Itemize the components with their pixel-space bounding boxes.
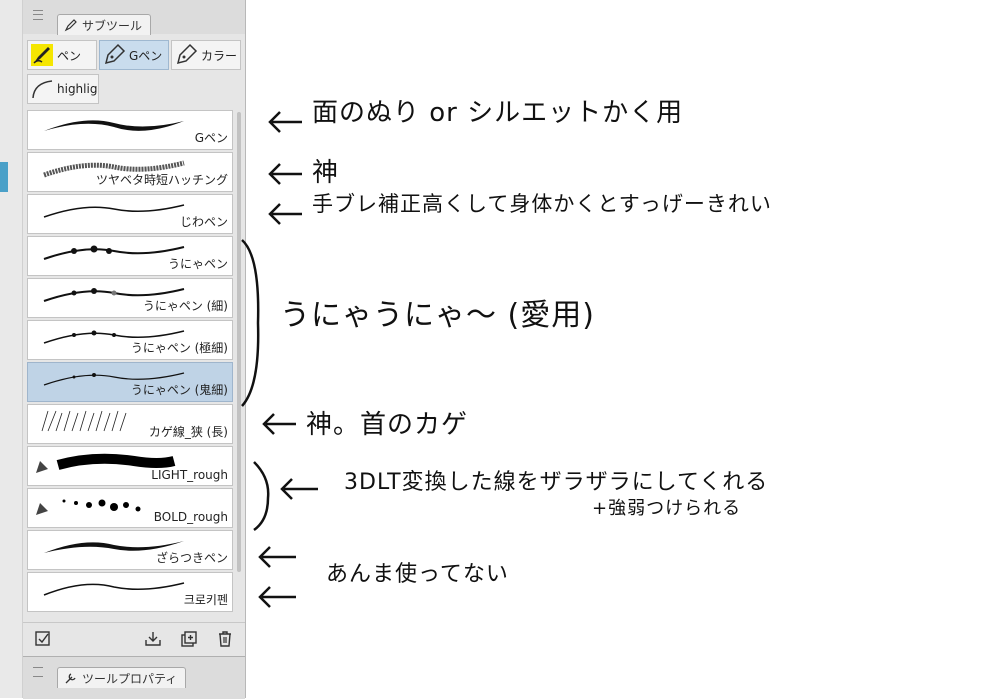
arrow-left-icon <box>268 203 302 225</box>
group-tab-highlight[interactable]: highlig <box>27 74 99 104</box>
pen-highlight-icon <box>31 44 53 66</box>
brush-label: ツヤベタ時短ハッチング <box>95 173 228 187</box>
tab-subtool-label: サブツール <box>82 18 143 33</box>
brush-item[interactable]: 크로키펜 <box>27 572 233 612</box>
bracket-icon <box>253 461 270 532</box>
group-tab-label: Gペン <box>129 48 163 63</box>
note-gpen: 面のぬり or シルエットかく用 <box>312 98 684 128</box>
arrow-left-icon <box>280 478 318 500</box>
note-hatching: 神 <box>312 158 340 188</box>
brush-item-selected[interactable]: うにゃペン (鬼細) <box>27 362 233 402</box>
subtool-footer <box>23 622 245 655</box>
stroke-preview-icon <box>43 204 185 218</box>
note-unused: あんま使ってない <box>326 562 509 587</box>
group-tab-color[interactable]: カラー <box>171 40 241 70</box>
stroke-preview-icon <box>43 582 185 596</box>
arrow-left-icon <box>268 163 302 185</box>
arrow-left-icon <box>258 586 296 608</box>
note-kage: 神。首のカゲ <box>306 410 469 440</box>
drag-handle-icon[interactable] <box>33 667 43 677</box>
group-tab-label: カラー <box>201 48 238 63</box>
group-tab-gpen[interactable]: Gペン <box>99 40 169 70</box>
note-rough-sub: +強弱つけられる <box>592 498 742 519</box>
tab-tool-property-label: ツールプロパティ <box>82 671 178 686</box>
stroke-icon <box>32 80 53 99</box>
subtool-header: サブツール <box>23 0 245 35</box>
brush-item[interactable]: うにゃペン <box>27 236 233 276</box>
bracket-icon <box>241 239 260 407</box>
settings-checkbox-icon[interactable] <box>33 629 53 649</box>
left-toolbar <box>0 0 23 698</box>
brush-label: じわペン <box>179 215 228 229</box>
brush-item[interactable]: カゲ線_狭 (長) <box>27 404 233 444</box>
duplicate-icon[interactable] <box>179 629 199 649</box>
brush-label: カゲ線_狭 (長) <box>148 425 228 439</box>
nib-icon <box>104 43 126 65</box>
tool-property-header: ツールプロパティ <box>23 656 245 699</box>
arrow-left-icon <box>258 546 296 568</box>
pen-icon <box>64 19 77 32</box>
brush-label: ざらつきペン <box>155 551 228 565</box>
trash-icon[interactable] <box>215 629 235 649</box>
note-unya: うにゃうにゃ〜 (愛用) <box>280 298 595 333</box>
subtool-panel: サブツール ペン Gペン カラー highlig Gペン ツヤベタ時短ハッチング <box>23 0 246 699</box>
brush-item[interactable]: ざらつきペン <box>27 530 233 570</box>
brush-label: LIGHT_rough <box>151 468 228 482</box>
drag-handle-icon[interactable] <box>33 10 43 20</box>
arrow-left-icon <box>262 413 296 435</box>
group-tab-label: ペン <box>57 48 82 63</box>
group-tab-pen[interactable]: ペン <box>27 40 97 70</box>
brush-item[interactable]: Gペン <box>27 110 233 150</box>
brush-list: Gペン ツヤベタ時短ハッチング じわペン うにゃペン うにゃペン (細) うにゃ… <box>27 110 237 616</box>
brush-label: BOLD_rough <box>153 510 228 524</box>
tab-subtool[interactable]: サブツール <box>57 14 152 35</box>
brush-label: うにゃペン <box>167 257 228 271</box>
brush-label: うにゃペン (極細) <box>130 341 228 355</box>
note-rough: 3DLT変換した線をザラザラにしてくれる <box>344 470 769 495</box>
brush-label: うにゃペン (細) <box>142 299 228 313</box>
brush-item[interactable]: うにゃペン (極細) <box>27 320 233 360</box>
wrench-icon <box>65 673 76 684</box>
note-jiwa: 手ブレ補正高くして身体かくとすっげーきれい <box>312 192 772 216</box>
brush-item[interactable]: じわペン <box>27 194 233 234</box>
brush-label: うにゃペン (鬼細) <box>130 383 228 397</box>
stroke-preview-icon <box>44 120 184 131</box>
arrow-left-icon <box>268 111 302 133</box>
nib-icon <box>176 43 198 65</box>
group-tab-label: highlig <box>57 82 98 96</box>
brush-item[interactable]: BOLD_rough <box>27 488 233 528</box>
brush-item[interactable]: LIGHT_rough <box>27 446 233 486</box>
subtool-group-tabs: ペン Gペン カラー highlig <box>27 40 243 108</box>
brush-item[interactable]: うにゃペン (細) <box>27 278 233 318</box>
brush-label: Gペン <box>194 131 228 145</box>
download-icon[interactable] <box>143 629 163 649</box>
brush-item[interactable]: ツヤベタ時短ハッチング <box>27 152 233 192</box>
brush-label: 크로키펜 <box>183 593 228 607</box>
tab-tool-property[interactable]: ツールプロパティ <box>57 667 187 688</box>
active-tool-indicator <box>0 162 8 192</box>
